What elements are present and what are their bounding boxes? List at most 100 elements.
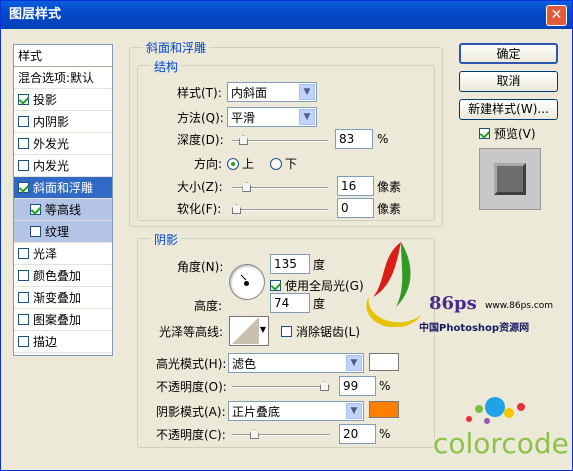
method-select-value: 平滑: [231, 110, 256, 125]
shadow-mode-select[interactable]: 正片叠底 ▼: [228, 401, 364, 421]
style-item-checkbox[interactable]: [18, 248, 29, 259]
direction-down-radio[interactable]: [270, 157, 283, 170]
angle-input[interactable]: 135: [270, 254, 310, 274]
style-item-checkbox[interactable]: [18, 270, 29, 281]
dot-red-2: [517, 403, 525, 411]
style-label: 样式(T):: [177, 85, 222, 100]
style-item-checkbox[interactable]: [18, 138, 29, 149]
highlight-mode-select[interactable]: 滤色 ▼: [228, 353, 364, 373]
blend-options-item[interactable]: 混合选项:默认: [14, 67, 112, 89]
highlight-mode-label: 高光模式(H):: [156, 356, 227, 371]
colorcode-dots: [461, 395, 541, 431]
preview-checkbox[interactable]: [479, 128, 490, 139]
soften-label: 软化(F):: [177, 201, 222, 216]
style-item-2[interactable]: 外发光: [14, 133, 112, 155]
style-list-header[interactable]: 样式: [14, 45, 112, 67]
style-item-checkbox[interactable]: [18, 292, 29, 303]
style-item-checkbox[interactable]: [18, 116, 29, 127]
style-item-6[interactable]: 纹理: [14, 221, 112, 243]
soften-unit: 像素: [377, 201, 402, 216]
style-item-checkbox[interactable]: [30, 226, 41, 237]
new-style-button[interactable]: 新建样式(W)...: [459, 99, 558, 120]
style-item-label: 内阴影: [33, 114, 70, 129]
style-item-label: 描边: [33, 334, 58, 349]
direction-up-radio[interactable]: [227, 157, 239, 170]
style-item-checkbox[interactable]: [18, 182, 29, 193]
layer-style-dialog: 图层样式 ✕ 样式 混合选项:默认 投影内阴影外发光内发光斜面和浮雕等高线纹理光…: [0, 0, 573, 471]
close-button[interactable]: ✕: [546, 5, 567, 26]
shadow-opacity-input[interactable]: 20: [339, 424, 376, 444]
style-preview-swatch: [494, 163, 526, 195]
window-title: 图层样式: [9, 7, 62, 22]
altitude-unit: 度: [313, 296, 326, 311]
depth-slider[interactable]: [232, 135, 328, 145]
angle-label: 角度(N):: [177, 260, 224, 274]
style-item-11[interactable]: 描边: [14, 331, 112, 353]
ok-button[interactable]: 确定: [459, 43, 558, 64]
style-item-label: 内发光: [33, 158, 70, 173]
global-light-label: 使用全局光(G): [285, 279, 364, 293]
shadow-opacity-slider[interactable]: [232, 429, 330, 439]
size-unit: 像素: [377, 179, 402, 194]
style-item-label: 图案叠加: [33, 312, 82, 327]
style-item-8[interactable]: 颜色叠加: [14, 265, 112, 287]
preview-label: 预览(V): [494, 127, 536, 141]
style-item-label: 斜面和浮雕: [33, 180, 94, 195]
style-item-4[interactable]: 斜面和浮雕: [14, 177, 112, 199]
depth-input[interactable]: 83: [335, 129, 373, 149]
style-item-10[interactable]: 图案叠加: [14, 309, 112, 331]
style-item-3[interactable]: 内发光: [14, 155, 112, 177]
style-item-1[interactable]: 内阴影: [14, 111, 112, 133]
dot-yellow: [504, 408, 514, 418]
logo-cn-text: 中国Photoshop资源网: [419, 323, 530, 334]
style-item-label: 渐变叠加: [33, 290, 82, 305]
shadow-opacity-unit: %: [379, 427, 391, 441]
gloss-contour-picker[interactable]: ▼: [229, 316, 269, 346]
shadow-mode-label: 阴影模式(A):: [156, 404, 226, 419]
dot-red: [466, 416, 472, 422]
style-item-checkbox[interactable]: [18, 336, 29, 347]
highlight-opacity-input[interactable]: 99: [339, 376, 376, 396]
style-item-label: 纹理: [45, 224, 70, 239]
soften-input[interactable]: 0: [337, 198, 374, 218]
style-item-9[interactable]: 渐变叠加: [14, 287, 112, 309]
size-input[interactable]: 16: [337, 176, 374, 196]
style-item-checkbox[interactable]: [18, 314, 29, 325]
highlight-color-swatch[interactable]: [369, 353, 399, 371]
style-item-5[interactable]: 等高线: [14, 199, 112, 221]
style-select-value: 内斜面: [231, 85, 268, 100]
direction-down-label: 下: [285, 157, 298, 171]
highlight-opacity-slider[interactable]: [232, 381, 330, 391]
dot-blue: [485, 397, 505, 417]
altitude-input[interactable]: 74: [270, 293, 310, 313]
style-item-checkbox[interactable]: [18, 94, 29, 105]
direction-label: 方向:: [194, 157, 223, 171]
altitude-label: 高度:: [194, 299, 223, 313]
chevron-down-icon: ▼: [259, 325, 266, 334]
shading-title: 阴影: [151, 231, 182, 248]
dot-green: [475, 405, 483, 413]
global-light-checkbox[interactable]: [270, 280, 281, 291]
method-label: 方法(Q):: [177, 110, 224, 125]
dot-purple: [484, 418, 490, 424]
angle-dial-needle: [240, 274, 247, 281]
style-item-checkbox[interactable]: [30, 204, 41, 215]
method-select[interactable]: 平滑 ▼: [227, 107, 317, 127]
title-bar: 图层样式 ✕: [1, 1, 572, 29]
contour-preview: [231, 318, 259, 344]
shadow-color-swatch[interactable]: [369, 401, 399, 418]
style-list: 样式 混合选项:默认 投影内阴影外发光内发光斜面和浮雕等高线纹理光泽 颜色叠加渐变…: [13, 44, 113, 356]
cancel-button[interactable]: 取消: [459, 71, 558, 92]
style-select[interactable]: 内斜面 ▼: [227, 82, 317, 102]
chevron-down-icon: ▼: [299, 84, 315, 100]
style-item-0[interactable]: 投影: [14, 89, 112, 111]
soften-slider[interactable]: [232, 204, 328, 214]
angle-dial[interactable]: [229, 264, 265, 300]
style-item-checkbox[interactable]: [18, 160, 29, 171]
angle-dial-center: [244, 281, 249, 286]
size-slider[interactable]: [232, 182, 328, 192]
style-item-7[interactable]: 光泽: [14, 243, 112, 265]
logo-yellow-swoosh: [366, 297, 421, 328]
gloss-contour-label: 光泽等高线:: [159, 324, 224, 339]
antialias-checkbox[interactable]: [281, 325, 292, 337]
